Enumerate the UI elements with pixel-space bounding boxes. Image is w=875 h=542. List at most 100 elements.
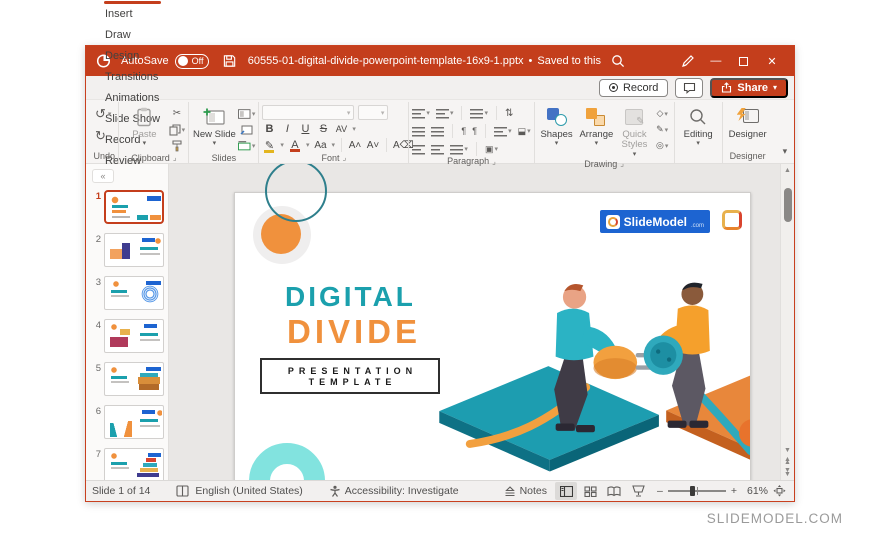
slide-canvas[interactable]: DIGITAL DIVIDE PRESENTATION TEMPLATE Sli… <box>234 192 751 480</box>
bold-button[interactable]: B <box>262 123 276 135</box>
slide-title-divide[interactable]: DIVIDE <box>287 313 421 351</box>
increase-indent-button[interactable] <box>431 126 444 137</box>
convert-smartart-button[interactable]: ▣▾ <box>485 144 498 155</box>
shape-outline-button[interactable]: ✎▾ <box>654 123 671 136</box>
text-direction-button[interactable]: ¶ <box>461 126 466 136</box>
change-case-button[interactable]: Aa <box>313 140 327 151</box>
list-level-button[interactable]: ▾ <box>470 108 488 119</box>
paste-button[interactable]: Paste ▾ <box>122 105 166 148</box>
paragraph-marks-button[interactable]: ¶ <box>472 126 477 136</box>
language-indicator[interactable]: English (United States) <box>195 485 302 497</box>
slide-title-digital[interactable]: DIGITAL <box>285 281 416 313</box>
increase-font-size-button[interactable]: A˄ <box>348 140 362 151</box>
normal-view-button[interactable] <box>555 482 577 500</box>
shape-fill-button[interactable]: ◇▾ <box>654 107 671 120</box>
quick-styles-button[interactable]: Quick Styles ▾ <box>617 105 651 159</box>
arrange-button[interactable]: Arrange ▾ <box>577 105 615 148</box>
undo-button[interactable]: ↺▾ <box>95 106 111 122</box>
shape-effects-button[interactable]: ◎▾ <box>654 139 671 152</box>
slide-thumbnail[interactable]: 6 <box>86 405 168 439</box>
reading-view-button[interactable] <box>603 482 625 500</box>
editing-button[interactable]: Editing ▾ <box>678 105 719 148</box>
font-color-button[interactable]: A <box>288 139 302 151</box>
close-button[interactable]: ✕ <box>758 46 786 76</box>
bullets-button[interactable]: ▾ <box>412 108 430 119</box>
proofing-icon[interactable] <box>176 485 189 497</box>
collapse-ribbon-button[interactable]: ▾ <box>773 142 798 163</box>
comments-button[interactable] <box>675 78 703 98</box>
underline-button[interactable]: U <box>298 123 312 135</box>
slide-thumbnail[interactable]: 5 <box>86 362 168 396</box>
slide-thumbnail-image[interactable] <box>104 319 164 353</box>
slide-thumbnail-image[interactable] <box>104 448 164 480</box>
italic-button[interactable]: I <box>280 123 294 135</box>
scroll-up-arrow[interactable]: ▲ <box>784 167 791 174</box>
accessibility-status[interactable]: Accessibility: Investigate <box>329 485 459 497</box>
format-painter-button[interactable] <box>168 139 185 152</box>
ink-pen-icon[interactable] <box>674 46 702 76</box>
line-spacing-button[interactable]: ⇅ <box>505 108 513 119</box>
dialog-launcher-icon[interactable]: ⌟ <box>173 153 177 162</box>
share-button[interactable]: Share ▾ <box>710 78 788 98</box>
shapes-button[interactable]: Shapes ▾ <box>538 105 576 148</box>
clear-formatting-button[interactable]: A⌫ <box>393 140 407 151</box>
slide-thumbnail[interactable]: 2 <box>86 233 168 267</box>
slide-sorter-view-button[interactable] <box>579 482 601 500</box>
record-button[interactable]: Record <box>599 79 668 97</box>
save-icon[interactable] <box>223 54 236 68</box>
align-left-button[interactable] <box>412 144 425 155</box>
maximize-button[interactable] <box>730 46 758 76</box>
notes-toggle[interactable]: Notes <box>504 485 547 497</box>
decrease-font-size-button[interactable]: A˅ <box>366 140 380 151</box>
slide-thumbnail-image[interactable] <box>104 190 164 224</box>
slide-thumbnail-image[interactable] <box>104 233 164 267</box>
slide-counter[interactable]: Slide 1 of 14 <box>92 485 150 497</box>
ribbon-tab[interactable]: Draw <box>96 25 169 46</box>
fit-slide-button[interactable] <box>773 485 786 497</box>
highlight-color-button[interactable]: ✎ <box>262 139 276 152</box>
minimize-button[interactable]: — <box>702 46 730 76</box>
slide-thumbnail[interactable]: 3 <box>86 276 168 310</box>
decrease-indent-button[interactable] <box>412 126 425 137</box>
ribbon-tab[interactable]: Transitions <box>96 67 169 88</box>
redo-button[interactable]: ↻ <box>95 128 106 144</box>
ribbon-tab[interactable]: Design <box>96 46 169 67</box>
strikethrough-button[interactable]: S <box>316 123 330 135</box>
slide-thumbnail-image[interactable] <box>104 362 164 396</box>
slide-thumbnail-image[interactable] <box>104 405 164 439</box>
new-slide-button[interactable]: New Slide ▾ <box>192 105 236 148</box>
slide-subtitle-box[interactable]: PRESENTATION TEMPLATE <box>260 358 440 394</box>
character-spacing-button[interactable]: AV <box>334 124 348 134</box>
numbering-button[interactable]: ▾ <box>436 108 454 119</box>
align-right-button[interactable]: ▾ <box>450 144 468 155</box>
zoom-percentage[interactable]: 61% <box>742 485 768 497</box>
font-name-combo[interactable]: ▾ <box>262 105 354 120</box>
reset-slide-button[interactable] <box>238 123 255 136</box>
slideshow-view-button[interactable] <box>627 482 649 500</box>
vertical-scrollbar[interactable]: ▲ ▼ ▲▲ ▼▼ <box>780 164 794 480</box>
next-slide-button[interactable]: ▼▼ <box>784 469 791 477</box>
dialog-launcher-icon[interactable]: ⌟ <box>343 153 347 162</box>
slide-thumbnail[interactable]: 1 <box>86 190 168 224</box>
ribbon-tab[interactable]: Insert <box>96 4 169 25</box>
designer-button[interactable]: Designer <box>726 105 770 140</box>
slide-thumbnail[interactable]: 4 <box>86 319 168 353</box>
zoom-slider-thumb[interactable] <box>690 486 695 496</box>
section-button[interactable]: ▾ <box>238 139 255 152</box>
scroll-down-arrow[interactable]: ▼ <box>784 447 791 454</box>
slide-thumbnail-image[interactable] <box>104 276 164 310</box>
document-title[interactable]: 60555-01-digital-divide-powerpoint-templ… <box>248 55 604 67</box>
cut-button[interactable]: ✂ <box>168 107 185 120</box>
previous-slide-button[interactable]: ▲▲ <box>784 458 791 466</box>
collapse-thumbnails-button[interactable]: « <box>92 169 114 183</box>
align-center-button[interactable] <box>431 144 444 155</box>
zoom-in-button[interactable]: + <box>731 485 737 497</box>
copy-button[interactable]: ▾ <box>168 123 185 136</box>
columns-button[interactable]: ▾ <box>494 126 512 137</box>
slide-thumbnail[interactable]: 7 <box>86 448 168 480</box>
zoom-slider[interactable] <box>668 490 726 492</box>
slide-layout-button[interactable]: ▾ <box>238 107 255 120</box>
scrollbar-thumb[interactable] <box>784 188 792 222</box>
align-text-button[interactable]: ⬓▾ <box>518 126 531 137</box>
search-icon[interactable] <box>604 46 632 76</box>
